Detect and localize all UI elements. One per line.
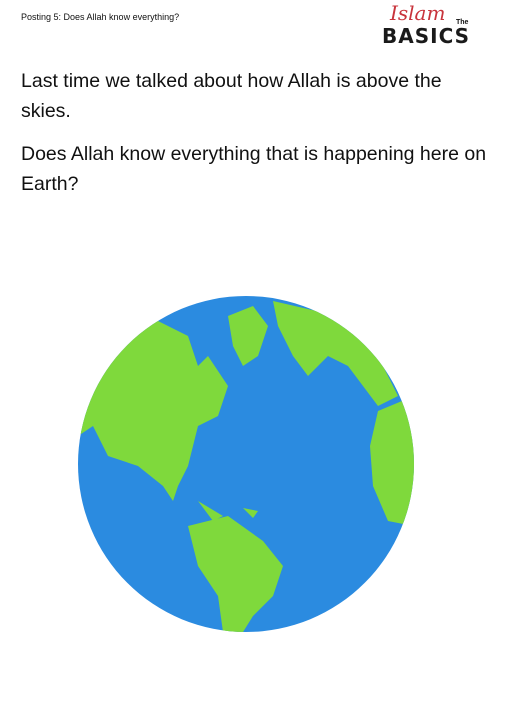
document-page: Posting 5: Does Allah know everything? I…: [0, 0, 521, 724]
svg-text:BASICS: BASICS: [382, 24, 470, 48]
paragraph-2: Does Allah know everything that is happe…: [21, 143, 487, 195]
earth-globe-icon: [78, 296, 414, 632]
svg-text:Islam: Islam: [389, 1, 445, 25]
paragraph-1: Last time we talked about how Allah is a…: [21, 70, 442, 122]
page-header: Posting 5: Does Allah know everything?: [21, 12, 180, 22]
islam-basics-logo: Islam The BASICS: [382, 1, 470, 48]
